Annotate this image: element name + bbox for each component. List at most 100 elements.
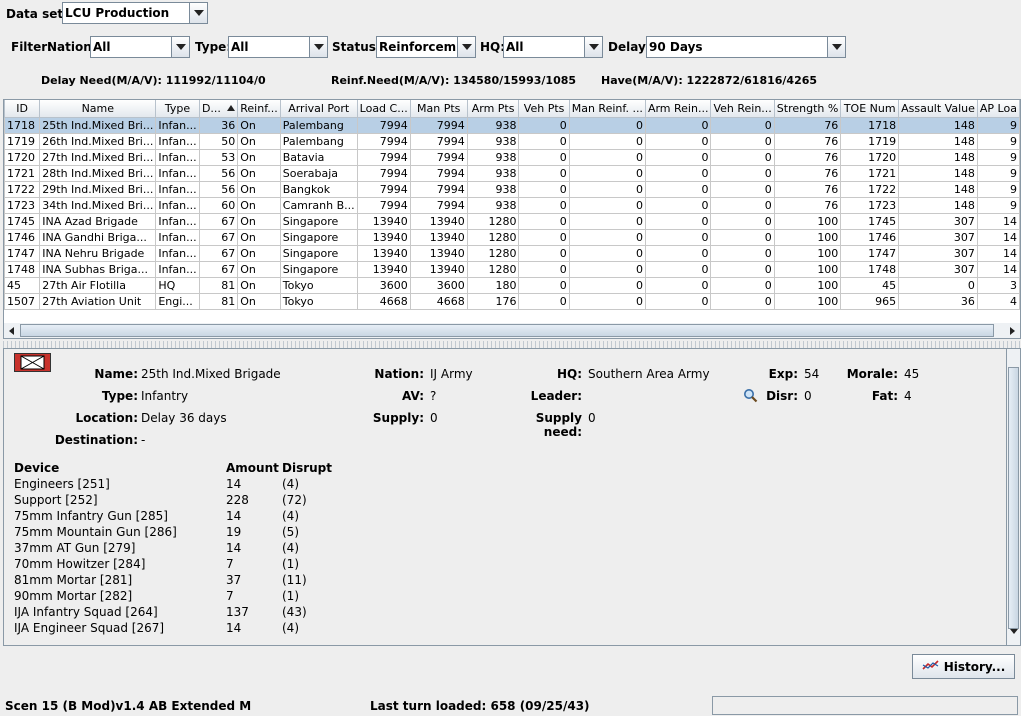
chevron-down-icon[interactable] [189,3,207,23]
table-cell[interactable]: 0 [518,228,570,246]
table-cell[interactable]: 34th Ind.Mixed Bri... [39,196,157,214]
table-cell[interactable]: 1280 [466,228,520,246]
table-row[interactable]: 45 27th Air Flotilla HQ 81 On Tokyo 3600 3600 18… [4,276,1020,294]
table-cell[interactable]: 36 [198,116,239,134]
table-cell[interactable]: 0 [710,116,775,134]
table-cell[interactable]: 27th Air Flotilla [39,276,157,294]
table-cell[interactable]: On [237,132,281,150]
table-cell[interactable]: 81 [198,276,239,294]
table-cell[interactable]: 36 [898,292,978,310]
table-cell[interactable]: 307 [898,244,978,262]
table-cell[interactable]: 27th Ind.Mixed Bri... [39,148,157,166]
table-cell[interactable]: 7994 [356,164,411,182]
dataset-select[interactable]: LCU Production [62,2,208,24]
table-cell[interactable]: On [237,228,281,246]
table-cell[interactable]: 1748 [840,260,900,278]
table-cell[interactable]: 14 [976,212,1020,230]
table-cell[interactable]: 13940 [409,244,468,262]
table-cell[interactable]: 53 [198,148,239,166]
table-cell[interactable]: 7994 [356,148,411,166]
table-cell[interactable]: 965 [840,292,900,310]
table-row[interactable]: 1748 INA Subhas Briga... Infan... 67 On Singa… [4,260,1020,278]
table-row[interactable]: 1747 INA Nehru Brigade Infan... 67 On Singapo… [4,244,1020,262]
table-cell[interactable]: 0 [710,244,775,262]
table-cell[interactable]: 4 [976,292,1020,310]
table-cell[interactable]: 180 [466,276,520,294]
table-row[interactable]: 1719 26th Ind.Mixed Bri... Infan... 50 On Pal… [4,132,1020,150]
table-cell[interactable]: 0 [644,116,712,134]
chevron-down-icon[interactable] [171,37,189,57]
column-header[interactable]: Assault Value [898,100,978,118]
table-cell[interactable]: 0 [568,116,646,134]
table-cell[interactable]: 1720 [840,148,900,166]
table-cell[interactable]: 26th Ind.Mixed Bri... [39,132,157,150]
table-cell[interactable]: 28th Ind.Mixed Bri... [39,164,157,182]
table-row[interactable]: 1745 INA Azad Brigade Infan... 67 On Singapor… [4,212,1020,230]
table-cell[interactable]: Singapore [279,260,358,278]
nation-filter-select[interactable]: All [90,36,190,58]
table-cell[interactable]: Tokyo [279,292,358,310]
table-cell[interactable]: INA Gandhi Briga... [39,228,157,246]
table-cell[interactable]: Camranh B... [279,196,358,214]
table-cell[interactable]: 938 [466,164,520,182]
table-cell[interactable]: 0 [898,276,978,294]
table-cell[interactable]: 0 [644,292,712,310]
table-cell[interactable]: 0 [518,180,570,198]
table-row[interactable]: 1721 28th Ind.Mixed Bri... Infan... 56 On Soe… [4,164,1020,182]
table-cell[interactable]: 1718 [4,116,41,134]
column-header[interactable]: Arrival Port [279,100,358,118]
table-cell[interactable]: 7994 [409,116,468,134]
table-cell[interactable]: 1719 [840,132,900,150]
table-cell[interactable]: Batavia [279,148,358,166]
table-cell[interactable]: 0 [568,276,646,294]
scroll-down-icon[interactable] [1010,629,1018,645]
table-cell[interactable]: 27th Aviation Unit [39,292,157,310]
table-cell[interactable]: 0 [710,260,775,278]
table-cell[interactable]: 1280 [466,212,520,230]
chevron-down-icon[interactable] [827,37,845,57]
table-cell[interactable]: 1280 [466,260,520,278]
column-header[interactable]: Strength % [773,100,842,118]
table-cell[interactable]: 3600 [356,276,411,294]
table-cell[interactable]: Soerabaja [279,164,358,182]
scroll-up-icon[interactable] [1010,354,1018,372]
table-cell[interactable]: 0 [568,228,646,246]
table-cell[interactable]: 1723 [4,196,41,214]
hq-filter-select[interactable]: All [503,36,603,58]
table-cell[interactable]: INA Subhas Briga... [39,260,157,278]
table-cell[interactable]: 1721 [840,164,900,182]
table-cell[interactable]: HQ [155,276,200,294]
table-cell[interactable]: 0 [710,292,775,310]
table-cell[interactable]: 100 [773,228,842,246]
table-cell[interactable]: Infan... [155,228,200,246]
table-cell[interactable]: 0 [644,164,712,182]
table-cell[interactable]: 1507 [4,292,41,310]
column-header[interactable]: Veh Rein... [710,100,775,118]
table-cell[interactable]: 0 [518,244,570,262]
table-cell[interactable]: 1748 [4,260,41,278]
history-button[interactable]: History... [912,654,1015,679]
table-cell[interactable]: 81 [198,292,239,310]
table-cell[interactable]: 67 [198,260,239,278]
table-cell[interactable]: 0 [568,244,646,262]
table-cell[interactable]: 1718 [840,116,900,134]
split-pane-divider[interactable] [0,341,1021,348]
table-cell[interactable]: 13940 [409,212,468,230]
table-cell[interactable]: 1720 [4,148,41,166]
table-cell[interactable]: 148 [898,132,978,150]
table-cell[interactable]: 7994 [409,148,468,166]
table-cell[interactable]: 67 [198,244,239,262]
table-cell[interactable]: 9 [976,180,1020,198]
table-cell[interactable]: 0 [518,132,570,150]
table-cell[interactable]: 100 [773,260,842,278]
table-cell[interactable]: 76 [773,116,842,134]
table-cell[interactable]: 1745 [840,212,900,230]
table-cell[interactable]: 13940 [356,260,411,278]
table-cell[interactable]: 67 [198,212,239,230]
table-cell[interactable]: 7994 [409,196,468,214]
table-cell[interactable]: Palembang [279,116,358,134]
column-header[interactable]: Reinf... [237,100,281,118]
table-cell[interactable]: 0 [710,276,775,294]
table-horizontal-scrollbar[interactable] [3,323,1021,339]
table-cell[interactable]: 148 [898,196,978,214]
